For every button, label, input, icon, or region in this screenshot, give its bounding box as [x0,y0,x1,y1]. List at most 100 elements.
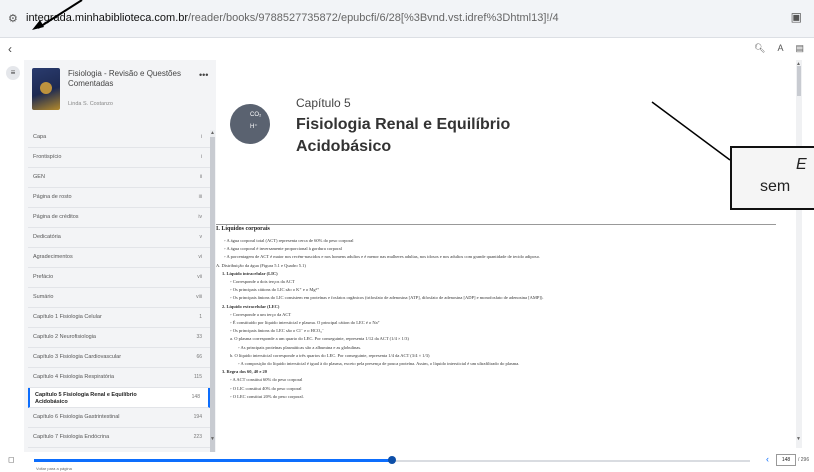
content-line: a. O plasma corresponde a um quarto do L… [230,336,409,342]
section-title: I. Líquidos corporais [216,226,270,232]
content-line: 3. Regra dos 60, 40 e 20 [222,369,267,375]
book-author: Linda S. Costanzo [68,101,113,107]
toc-item-page: vii [197,274,202,280]
toc-item[interactable]: Capítulo 7 Fisiologia Endócrina 223 [28,428,210,448]
prev-page-icon[interactable]: ‹ [766,454,769,464]
toc-item[interactable]: Agradecimentos vi [28,248,210,268]
toc-item[interactable]: Sumário viii [28,288,210,308]
book-cover [32,68,60,110]
toc-item-page: v [199,234,203,240]
toc-item-label: Capítulo 5 Fisiologia Renal e Equilíbrio… [35,392,137,405]
toc-item[interactable]: GEN ii [28,168,210,188]
toc-item-label: Capítulo 7 Fisiologia Endócrina [33,434,110,440]
toc-item[interactable]: Capítulo 5 Fisiologia Renal e Equilíbrio… [28,388,210,408]
toc-item-page: vi [198,254,202,260]
page-number-input[interactable]: 148 [776,454,796,466]
content-line: 2. Líquido extracelular (LEC) [222,303,280,309]
toc-item-label: Sumário [33,294,54,300]
toc-item-label: Página de rosto [33,194,72,200]
book-title: Fisiologia - Revisão e Questões Comentad… [68,69,181,88]
bookmark-icon[interactable]: ◻ [8,455,15,464]
book-header: Fisiologia - Revisão e Questões Comentad… [24,60,216,126]
reader-tools: 🔍︎ A ▤ [754,43,804,54]
toc-item[interactable]: Página de rosto iii [28,188,210,208]
toc-item-label: Capa [33,134,47,140]
chapter-icon-text-1: CO₂ [250,112,262,118]
annotations-icon[interactable]: ▤ [795,43,804,54]
toc-item[interactable]: Prefácio vii [28,268,210,288]
page-scrollbar-thumb[interactable] [797,66,801,96]
content-line: b. O líquido intersticial corresponde a … [230,352,430,358]
toc-item-label: Prefácio [33,274,54,280]
url-host: integrada.minhabiblioteca.com.br [26,12,189,24]
content-line: ◦ A composição do líquido intersticial é… [238,361,520,366]
content-line: ◦ A porcentagem de ACT é maior nos recém… [224,254,541,260]
reader-bottom-bar: ◻ Voltar para a página ‹ 148 / 296 [0,452,814,472]
toc-item-page: i [200,154,202,160]
toc-item-label: GEN [33,174,45,180]
site-settings-icon[interactable]: ⚙ [8,12,18,25]
content-line: ◦ O LEC constitui 20% do peso corporal. [230,393,304,399]
scroll-down-icon[interactable]: ▼ [210,436,215,442]
text-size-icon[interactable]: A [777,43,783,54]
toc-item[interactable]: Frontispício i [28,148,210,168]
back-to-page-link[interactable]: Voltar para a página [36,466,72,471]
page-total: / 296 [798,457,810,463]
page-scroll-down-icon[interactable]: ▼ [796,436,801,442]
book-page: CO₂ H⁺ Capítulo 5 Fisiologia Renal e Equ… [216,60,788,452]
toc-item[interactable]: Capítulo 4 Fisiologia Respiratória 115 [28,368,210,388]
toc-toggle-icon[interactable]: ≡ [6,66,20,80]
back-arrow-icon[interactable]: ‹ [8,42,12,56]
progress-knob[interactable] [388,456,396,464]
toc-item-label: Dedicatória [33,234,61,240]
toc-list: Capa i Frontispício i GEN ii Página de rosto ii… [24,126,216,452]
content-line: A. Distribuição da água (Figura 5.1 e Qu… [216,262,306,268]
url-field[interactable]: integrada.minhabiblioteca.com.br/reader/… [26,12,559,24]
section-divider [216,224,776,225]
toc-scrollbar-thumb[interactable] [210,137,215,457]
content-line: 1. Líquido intracelular (LIC) [222,270,278,276]
content-line: ◦ Os principais ânions do LIC consistem … [230,295,544,301]
url-path: /reader/books/9788527735872/epubcfi/6/28… [188,12,559,24]
content-line: ◦ Os principais cátions do LIC são o K⁺ … [230,287,320,293]
search-icon[interactable]: 🔍︎ [754,43,765,54]
toc-item[interactable]: Capítulo 1 Fisiologia Celular 1 [28,308,210,328]
toc-item[interactable]: Capítulo 6 Fisiologia Gastrintestinal 194 [28,408,210,428]
toc-item-page: i [200,134,202,140]
callout-text-1: E [796,156,807,173]
content-line: ◦ As principais proteínas plasmáticas sã… [238,344,362,350]
content-line: ◦ É constituído por líquido intersticial… [230,320,380,325]
toc-item[interactable]: Capa i [28,128,210,148]
chapter-icon-text-2: H⁺ [250,124,258,130]
content-line: ◦ A água corporal total (ACT) representa… [224,238,354,243]
content-line: ◦ Corresponde a um terço da ACT [230,311,292,317]
toc-item-label: Capítulo 4 Fisiologia Respiratória [33,374,115,380]
toc-item-page: 223 [193,434,202,440]
toc-item-page: 1 [199,314,202,320]
toc-item-label: Capítulo 2 Neurofisiologia [33,334,96,340]
toc-item[interactable]: Capítulo 2 Neurofisiologia 33 [28,328,210,348]
toc-item-page: 194 [193,414,202,420]
callout-text-2: sem [760,178,791,195]
toc-item-label: Página de créditos [33,214,79,220]
toc-item[interactable]: Página de créditos iv [28,208,210,228]
toc-item-page: iv [198,214,202,220]
toc-item-page: 66 [196,354,202,360]
toc-item[interactable]: Dedicatória v [28,228,210,248]
toc-item-page: 148 [191,394,200,400]
toc-item-page: 33 [196,334,202,340]
chapter-icon: CO₂ H⁺ [230,104,270,144]
annotation-callout: E sem [730,146,814,210]
browser-address-bar: ⚙ integrada.minhabiblioteca.com.br/reade… [0,0,814,38]
toc-item-page: 115 [194,374,202,380]
toc-item-page: viii [196,294,202,300]
scroll-up-icon[interactable]: ▲ [210,130,215,136]
toc-item[interactable]: Capítulo 3 Fisiologia Cardiovascular 66 [28,348,210,368]
content-line: ◦ O LIC constitui 40% do peso corporal [230,385,302,391]
toc-item-label: Capítulo 3 Fisiologia Cardiovascular [33,354,122,360]
page-scroll-up-icon[interactable]: ▲ [796,61,801,67]
toc-item-page: iii [198,194,202,200]
page-scrollbar-track[interactable] [796,60,802,448]
extensions-icon[interactable]: ▣ [791,10,802,24]
more-options-icon[interactable]: ••• [199,70,208,80]
